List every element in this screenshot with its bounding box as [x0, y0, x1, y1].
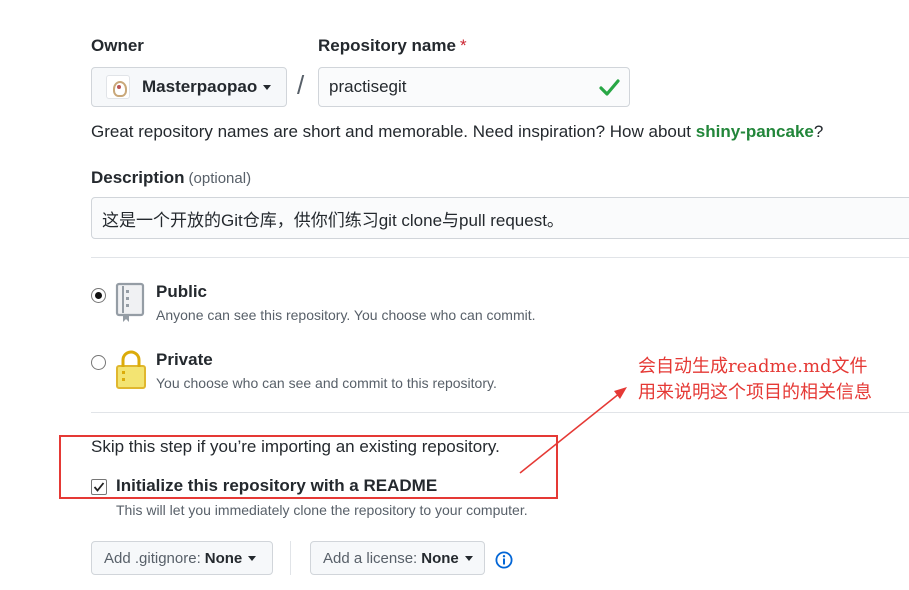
license-value: None: [421, 549, 459, 567]
divider: [290, 541, 291, 575]
readme-note: This will let you immediately clone the …: [116, 502, 528, 518]
gitignore-label: Add .gitignore:: [104, 549, 201, 567]
annotation-highlight-box: [59, 435, 558, 499]
caret-down-icon: [464, 555, 473, 561]
license-label: Add a license:: [323, 549, 418, 567]
add-gitignore-button[interactable]: Add .gitignore: None: [91, 541, 273, 575]
gitignore-value: None: [204, 549, 243, 567]
caret-down-icon: [248, 555, 257, 561]
info-icon[interactable]: [495, 551, 513, 569]
add-license-button[interactable]: Add a license: None: [310, 541, 485, 575]
